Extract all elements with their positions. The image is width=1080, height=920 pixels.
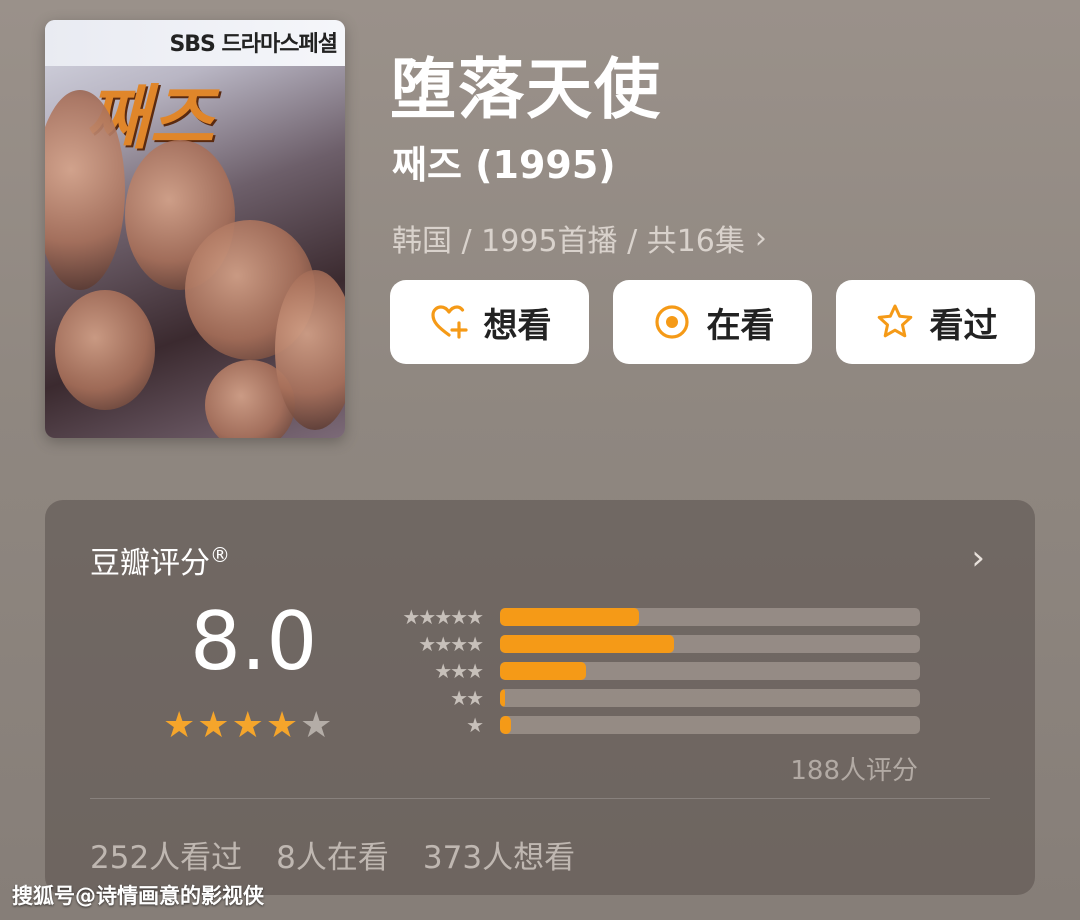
want-to-watch-label: 想看 bbox=[483, 305, 552, 346]
distribution-row: ★ bbox=[375, 711, 920, 738]
distribution-bar-fill bbox=[500, 634, 675, 653]
distribution-bar-track bbox=[500, 715, 920, 734]
original-title: 째즈 (1995) bbox=[392, 143, 616, 187]
distribution-bar-fill bbox=[500, 715, 512, 734]
chevron-right-icon: › bbox=[754, 220, 767, 256]
distribution-bar-track bbox=[500, 661, 920, 680]
want-count[interactable]: 373人想看 bbox=[423, 832, 575, 877]
distribution-bar-fill bbox=[500, 688, 506, 707]
distribution-row: ★★★ bbox=[375, 657, 920, 684]
star-outline-icon bbox=[877, 304, 912, 338]
distribution-row: ★★★★ bbox=[375, 630, 920, 657]
distribution-star-label: ★★★ bbox=[434, 658, 484, 683]
rating-stars: ★ ★ ★ ★ ★ bbox=[163, 708, 332, 744]
watched-button[interactable]: 看过 bbox=[836, 280, 1035, 364]
watched-label: 看过 bbox=[929, 305, 998, 346]
meta-info-text: 韩国 / 1995首播 / 共16集 bbox=[392, 224, 745, 259]
distribution-star-label: ★★ bbox=[450, 685, 484, 710]
watch-counts: 252人看过 8人在看 373人想看 bbox=[90, 832, 575, 877]
distribution-row: ★★ bbox=[375, 684, 920, 711]
distribution-star-label: ★ bbox=[466, 712, 484, 737]
page-title: 堕落天使 bbox=[390, 51, 662, 128]
rating-panel[interactable]: 豆瓣评分® › 8.0 ★ ★ ★ ★ ★ ★★★★★ ★★★★ ★★★ ★★ ★ 188人评分… bbox=[45, 500, 1035, 895]
distribution-bar-fill bbox=[500, 607, 639, 626]
watching-label: 在看 bbox=[706, 305, 775, 346]
star-empty-icon: ★ bbox=[300, 705, 333, 746]
poster-face bbox=[275, 270, 345, 430]
chevron-right-icon[interactable]: › bbox=[971, 538, 985, 578]
star-filled-icon: ★ bbox=[163, 705, 196, 746]
heart-plus-icon bbox=[430, 305, 468, 339]
rating-distribution: ★★★★★ ★★★★ ★★★ ★★ ★ bbox=[375, 603, 920, 738]
poster-face bbox=[55, 290, 155, 410]
distribution-star-label: ★★★★ bbox=[418, 631, 484, 656]
watching-count[interactable]: 8人在看 bbox=[276, 832, 389, 877]
target-circle-icon bbox=[654, 305, 689, 339]
poster-image[interactable]: SBS 드라마스페셜 째즈 bbox=[45, 20, 345, 438]
distribution-bar-track bbox=[500, 607, 920, 626]
meta-info-link[interactable]: 韩国 / 1995首播 / 共16集 › bbox=[392, 216, 767, 260]
distribution-star-label: ★★★★★ bbox=[402, 604, 484, 629]
rating-score: 8.0 bbox=[190, 595, 318, 688]
watching-button[interactable]: 在看 bbox=[613, 280, 812, 364]
poster-channel-text: SBS 드라마스페셜 bbox=[169, 32, 338, 57]
star-filled-icon: ★ bbox=[231, 705, 264, 746]
star-filled-icon: ★ bbox=[265, 705, 299, 746]
distribution-bar-track bbox=[500, 634, 920, 653]
watermark: 搜狐号@诗情画意的影视侠 bbox=[12, 884, 264, 908]
want-to-watch-button[interactable]: 想看 bbox=[390, 280, 589, 364]
divider bbox=[90, 798, 990, 799]
rater-count: 188人评分 bbox=[790, 756, 918, 786]
star-filled-icon: ★ bbox=[197, 705, 230, 746]
rating-title-text: 豆瓣评分 bbox=[90, 546, 210, 581]
watched-count[interactable]: 252人看过 bbox=[90, 832, 242, 877]
registered-mark: ® bbox=[210, 543, 230, 567]
distribution-bar-track bbox=[500, 688, 920, 707]
rating-title: 豆瓣评分® bbox=[90, 538, 230, 582]
distribution-row: ★★★★★ bbox=[375, 603, 920, 630]
distribution-bar-fill bbox=[500, 661, 587, 680]
